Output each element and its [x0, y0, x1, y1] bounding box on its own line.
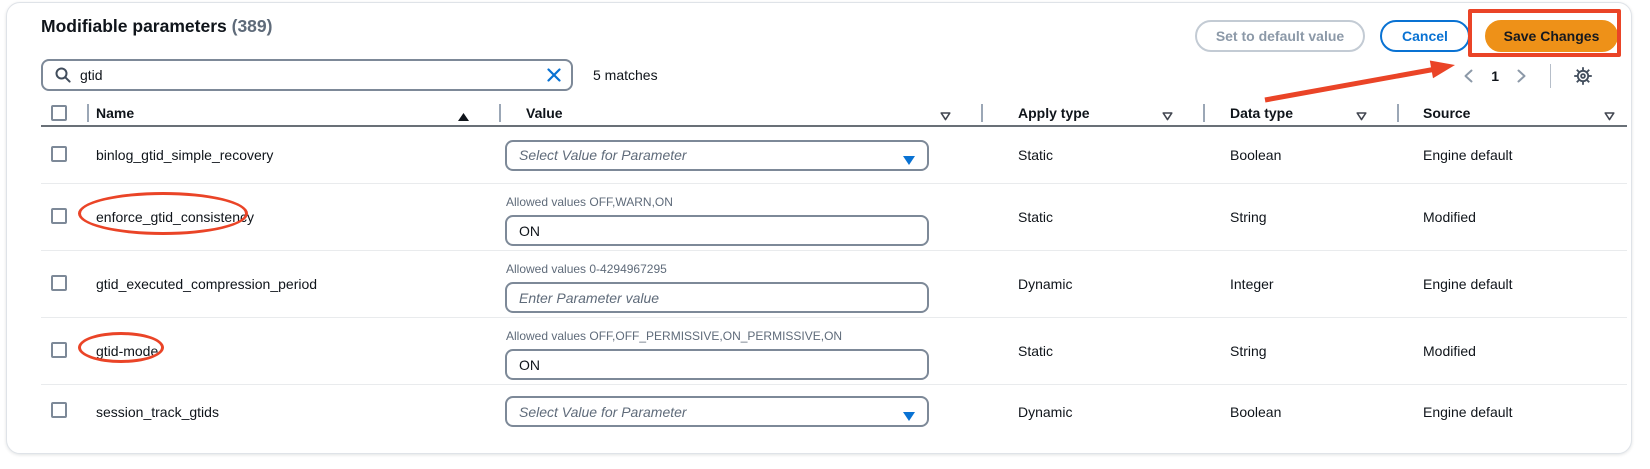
- filter-caret-icon[interactable]: [1356, 108, 1367, 124]
- column-header-name[interactable]: Name: [87, 101, 499, 125]
- source-cell: Engine default: [1397, 147, 1627, 163]
- next-page-button[interactable]: [1511, 67, 1532, 85]
- source-cell: Modified: [1397, 343, 1627, 359]
- pagination: 1: [1458, 63, 1599, 89]
- filter-caret-icon[interactable]: [1604, 108, 1615, 124]
- cancel-button[interactable]: Cancel: [1380, 20, 1470, 52]
- parameters-table: Name Value Apply type: [41, 101, 1627, 438]
- table-row: binlog_gtid_simple_recovery Select Value…: [41, 127, 1627, 184]
- data-type-cell: Boolean: [1203, 147, 1397, 163]
- allowed-values-label: Allowed values OFF,WARN,ON: [499, 195, 981, 209]
- parameter-name: enforce_gtid_consistency: [87, 209, 254, 225]
- filter-caret-icon[interactable]: [940, 108, 951, 124]
- row-checkbox[interactable]: [51, 342, 67, 358]
- source-cell: Engine default: [1397, 404, 1627, 420]
- table-row: gtid_executed_compression_period Allowed…: [41, 251, 1627, 318]
- save-changes-button[interactable]: Save Changes: [1485, 20, 1618, 52]
- data-type-cell: String: [1203, 209, 1397, 225]
- filter-caret-icon[interactable]: [1162, 108, 1173, 124]
- page-title: Modifiable parameters (389): [41, 16, 272, 37]
- column-header-source: Source: [1397, 101, 1627, 125]
- table-row: session_track_gtids Select Value for Par…: [41, 385, 1627, 438]
- allowed-values-label: Allowed values 0-4294967295: [499, 262, 981, 276]
- parameter-count: (389): [232, 16, 273, 36]
- parameter-name: gtid_executed_compression_period: [87, 276, 317, 292]
- parameter-name: session_track_gtids: [87, 404, 219, 420]
- page-title-text: Modifiable parameters: [41, 16, 227, 36]
- sort-ascending-icon[interactable]: [458, 108, 469, 124]
- chevron-down-icon: [903, 408, 915, 424]
- pager-divider: [1550, 64, 1551, 88]
- parameter-name: gtid-mode: [87, 343, 158, 359]
- set-to-default-button[interactable]: Set to default value: [1195, 20, 1365, 52]
- table-row: gtid-mode Allowed values OFF,OFF_PERMISS…: [41, 318, 1627, 385]
- search-icon: [55, 67, 71, 83]
- data-type-cell: Boolean: [1203, 404, 1397, 420]
- data-type-cell: String: [1203, 343, 1397, 359]
- modifiable-parameters-panel: Modifiable parameters (389) Set to defau…: [6, 2, 1632, 454]
- gear-icon[interactable]: [1567, 64, 1599, 88]
- apply-type-cell: Dynamic: [981, 276, 1203, 292]
- page-number: 1: [1485, 68, 1505, 84]
- apply-type-cell: Static: [981, 343, 1203, 359]
- parameter-name: binlog_gtid_simple_recovery: [87, 147, 273, 163]
- chevron-down-icon: [903, 152, 915, 168]
- source-cell: Modified: [1397, 209, 1627, 225]
- select-all-checkbox[interactable]: [51, 105, 67, 121]
- match-count: 5 matches: [593, 67, 658, 83]
- value-input[interactable]: [505, 215, 929, 246]
- row-checkbox[interactable]: [51, 208, 67, 224]
- value-input[interactable]: [505, 282, 929, 313]
- apply-type-cell: Static: [981, 209, 1203, 225]
- search-box: [41, 59, 573, 91]
- previous-page-button[interactable]: [1458, 67, 1479, 85]
- source-cell: Engine default: [1397, 276, 1627, 292]
- value-select[interactable]: Select Value for Parameter: [505, 396, 929, 427]
- clear-search-icon[interactable]: [547, 68, 561, 82]
- column-header-data-type: Data type: [1203, 101, 1397, 125]
- select-all-cell: [41, 101, 87, 125]
- allowed-values-label: Allowed values OFF,OFF_PERMISSIVE,ON_PER…: [499, 329, 981, 343]
- row-checkbox[interactable]: [51, 275, 67, 291]
- apply-type-cell: Static: [981, 147, 1203, 163]
- table-header-row: Name Value Apply type: [41, 101, 1627, 127]
- search-input[interactable]: [80, 67, 547, 83]
- data-type-cell: Integer: [1203, 276, 1397, 292]
- column-header-value: Value: [499, 101, 981, 125]
- parameter-group-page: Modifiable parameters (389) Set to defau…: [0, 0, 1650, 469]
- row-checkbox[interactable]: [51, 146, 67, 162]
- table-row: enforce_gtid_consistency Allowed values …: [41, 184, 1627, 251]
- value-input[interactable]: [505, 349, 929, 380]
- value-select[interactable]: Select Value for Parameter: [505, 140, 929, 171]
- column-header-apply-type: Apply type: [981, 101, 1203, 125]
- apply-type-cell: Dynamic: [981, 404, 1203, 420]
- row-checkbox[interactable]: [51, 402, 67, 418]
